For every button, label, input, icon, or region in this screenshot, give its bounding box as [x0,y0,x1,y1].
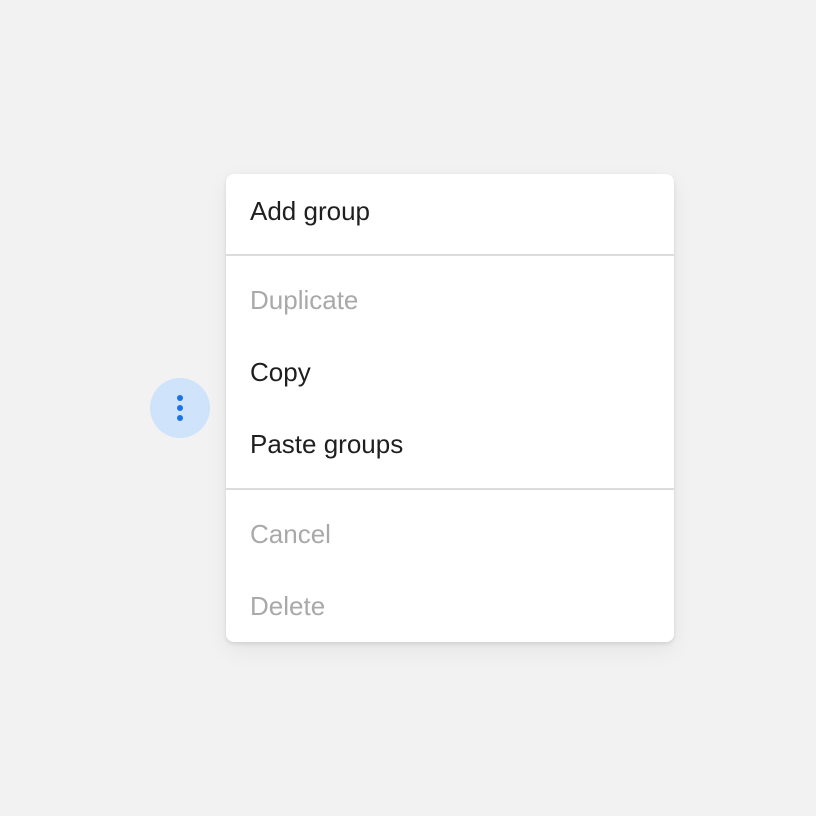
menu-item-add-group[interactable]: Add group [226,174,674,248]
menu-item-label: Add group [250,195,370,226]
menu-item-label: Cancel [250,518,331,549]
menu-item-delete[interactable]: Delete [226,570,674,642]
menu-item-label: Copy [250,356,311,387]
menu-item-paste-groups[interactable]: Paste groups [226,408,674,480]
menu-item-label: Paste groups [250,428,404,459]
menu-item-label: Duplicate [250,284,359,315]
menu-item-copy[interactable]: Copy [226,336,674,408]
menu-section-clipboard: Duplicate Copy Paste groups [226,256,674,488]
menu-item-duplicate[interactable]: Duplicate [226,264,674,336]
more-options-button[interactable] [150,378,210,438]
context-menu: Add group Duplicate Copy Paste groups Ca… [226,174,674,642]
more-vert-icon [175,394,185,422]
menu-section-add: Add group [226,174,674,254]
menu-item-cancel[interactable]: Cancel [226,498,674,570]
menu-item-label: Delete [250,590,326,621]
menu-section-actions: Cancel Delete [226,490,674,642]
